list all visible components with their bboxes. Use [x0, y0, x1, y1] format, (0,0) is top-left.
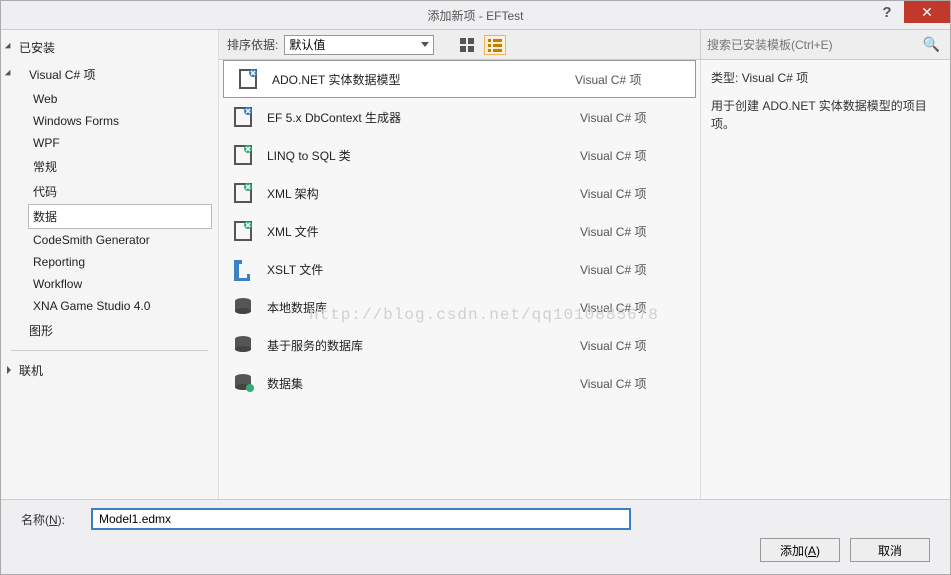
- tree-node-installed[interactable]: 已安装: [1, 34, 218, 61]
- tree-item-reporting[interactable]: Reporting: [33, 251, 218, 273]
- template-name: ADO.NET 实体数据模型: [262, 71, 575, 88]
- template-name: 数据集: [257, 375, 580, 392]
- close-button[interactable]: ✕: [904, 1, 950, 23]
- search-icon[interactable]: 🔍: [919, 36, 944, 53]
- template-name: XML 架构: [257, 185, 580, 202]
- tree-item-windows-forms[interactable]: Windows Forms: [33, 110, 218, 132]
- template-name: EF 5.x DbContext 生成器: [257, 109, 580, 126]
- tree-item-web[interactable]: Web: [33, 88, 218, 110]
- tree-item-代码[interactable]: 代码: [33, 179, 218, 204]
- template-row[interactable]: EF 5.x DbContext 生成器Visual C# 项: [219, 98, 700, 136]
- edm-icon: [236, 67, 260, 91]
- template-lang: Visual C# 项: [575, 71, 685, 88]
- titlebar: 添加新项 - EFTest ? ✕: [1, 1, 950, 29]
- tree-item-workflow[interactable]: Workflow: [33, 273, 218, 295]
- template-icon: [229, 369, 257, 397]
- template-icon: [229, 293, 257, 321]
- xslt-icon: [231, 257, 255, 281]
- template-icon: [229, 217, 257, 245]
- template-row[interactable]: XSLT 文件Visual C# 项: [219, 250, 700, 288]
- name-label: 名称(N):: [21, 511, 81, 528]
- sort-value: 默认值: [289, 36, 325, 53]
- ds-icon: [231, 371, 255, 395]
- name-input[interactable]: [91, 508, 631, 530]
- sort-dropdown[interactable]: 默认值: [284, 35, 434, 55]
- grid-icon: [460, 38, 474, 52]
- db-icon: [231, 295, 255, 319]
- detail-type-value: Visual C# 项: [742, 71, 808, 85]
- tree-item-xna-game-studio-4.0[interactable]: XNA Game Studio 4.0: [33, 295, 218, 317]
- xsd-icon: [231, 181, 255, 205]
- detail-description: 用于创建 ADO.NET 实体数据模型的项目项。: [701, 97, 950, 133]
- template-row[interactable]: 数据集Visual C# 项: [219, 364, 700, 402]
- xml-icon: [231, 219, 255, 243]
- cancel-button[interactable]: 取消: [850, 538, 930, 562]
- detail-panel: 类型: Visual C# 项 用于创建 ADO.NET 实体数据模型的项目项。: [700, 60, 950, 499]
- tree-item-wpf[interactable]: WPF: [33, 132, 218, 154]
- ef-icon: [231, 105, 255, 129]
- template-list: http://blog.csdn.net/qq1010885678 ADO.NE…: [219, 60, 700, 499]
- template-lang: Visual C# 项: [580, 375, 690, 392]
- template-lang: Visual C# 项: [580, 223, 690, 240]
- template-name: XML 文件: [257, 223, 580, 240]
- template-lang: Visual C# 项: [580, 109, 690, 126]
- template-lang: Visual C# 项: [580, 299, 690, 316]
- template-icon: [229, 103, 257, 131]
- template-lang: Visual C# 项: [580, 185, 690, 202]
- detail-type-label: 类型:: [711, 71, 738, 85]
- template-name: 本地数据库: [257, 299, 580, 316]
- template-icon: [234, 65, 262, 93]
- search-input[interactable]: [707, 38, 919, 52]
- template-icon: [229, 331, 257, 359]
- tree-divider: [11, 350, 208, 351]
- db-icon: [231, 333, 255, 357]
- template-lang: Visual C# 项: [580, 147, 690, 164]
- view-list-button[interactable]: [484, 35, 506, 55]
- view-grid-button[interactable]: [456, 35, 478, 55]
- template-row[interactable]: XML 文件Visual C# 项: [219, 212, 700, 250]
- linq-icon: [231, 143, 255, 167]
- help-button[interactable]: ?: [870, 1, 904, 23]
- category-tree: 已安装 Visual C# 项 WebWindows FormsWPF常规代码数…: [1, 30, 219, 499]
- tree-item-codesmith-generator[interactable]: CodeSmith Generator: [33, 229, 218, 251]
- template-row[interactable]: XML 架构Visual C# 项: [219, 174, 700, 212]
- template-row[interactable]: 基于服务的数据库Visual C# 项: [219, 326, 700, 364]
- sort-label: 排序依据:: [227, 36, 278, 53]
- list-icon: [488, 38, 502, 52]
- sort-toolbar: 排序依据: 默认值: [219, 30, 700, 60]
- template-icon: [229, 179, 257, 207]
- tree-item-常规[interactable]: 常规: [33, 154, 218, 179]
- bottom-panel: 名称(N): 添加(A) 取消: [1, 499, 950, 574]
- template-row[interactable]: ADO.NET 实体数据模型Visual C# 项: [223, 60, 696, 98]
- template-row[interactable]: 本地数据库Visual C# 项: [219, 288, 700, 326]
- template-lang: Visual C# 项: [580, 261, 690, 278]
- template-icon: [229, 255, 257, 283]
- template-icon: [229, 141, 257, 169]
- template-row[interactable]: LINQ to SQL 类Visual C# 项: [219, 136, 700, 174]
- template-name: XSLT 文件: [257, 261, 580, 278]
- tree-node-graphics[interactable]: 图形: [1, 317, 218, 344]
- add-new-item-dialog: 添加新项 - EFTest ? ✕ 已安装 Visual C# 项 WebWin…: [0, 0, 951, 575]
- template-name: LINQ to SQL 类: [257, 147, 580, 164]
- search-box[interactable]: 🔍: [700, 30, 950, 60]
- tree-item-数据[interactable]: 数据: [28, 204, 212, 229]
- template-name: 基于服务的数据库: [257, 337, 580, 354]
- tree-node-online[interactable]: 联机: [1, 357, 218, 384]
- tree-node-csharp[interactable]: Visual C# 项: [1, 61, 218, 88]
- chevron-down-icon: [421, 42, 429, 47]
- window-title: 添加新项 - EFTest: [427, 7, 523, 24]
- template-lang: Visual C# 项: [580, 337, 690, 354]
- add-button[interactable]: 添加(A): [760, 538, 840, 562]
